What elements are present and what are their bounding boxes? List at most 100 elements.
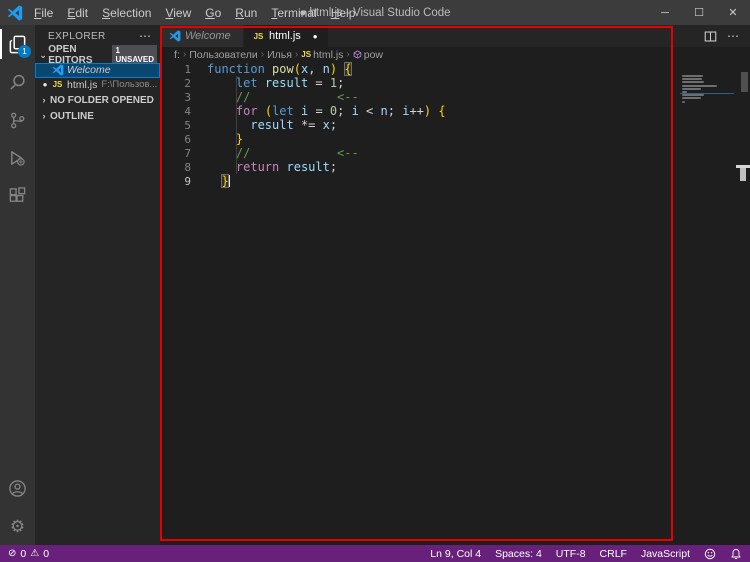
tab-bar: Welcome JS html.js ● ⋯	[160, 25, 750, 47]
feedback-smiley-icon[interactable]	[704, 548, 716, 560]
problems-status[interactable]: ⊘ 0 ⚠ 0	[8, 548, 49, 560]
tab-label: html.js	[269, 30, 301, 42]
breadcrumb: f: › Пользователи › Илья › JS html.js › …	[160, 47, 750, 62]
code-line-7[interactable]: 7 // <--	[160, 146, 750, 160]
breadcrumb-folder[interactable]: Илья	[267, 49, 292, 61]
menu-help[interactable]: Help	[324, 3, 363, 23]
open-editor-item-htmljs[interactable]: ● JS html.js F:\Пользов...	[35, 78, 160, 93]
overview-ruler-marker	[740, 168, 746, 181]
indent-guide	[236, 76, 237, 174]
source-control-icon	[11, 112, 25, 128]
title-bar: File Edit Selection View Go Run Terminal…	[0, 0, 750, 25]
notifications-bell-icon[interactable]	[730, 548, 742, 560]
line-number: 8	[184, 160, 191, 174]
editor-group: Welcome JS html.js ● ⋯ f: › Пользователи…	[160, 25, 750, 545]
cursor-position-status[interactable]: Ln 9, Col 4	[430, 548, 481, 560]
menu-view[interactable]: View	[158, 3, 198, 23]
menu-run[interactable]: Run	[228, 3, 264, 23]
line-number: 7	[184, 146, 191, 160]
activity-extensions-button[interactable]	[0, 177, 35, 215]
split-editor-icon[interactable]	[704, 30, 717, 43]
menu-terminal[interactable]: Terminal	[264, 3, 323, 23]
js-file-icon: JS	[52, 80, 63, 90]
maximize-button[interactable]: ☐	[682, 0, 716, 25]
vertical-scrollbar[interactable]	[736, 62, 750, 545]
line-number: 6	[184, 132, 191, 146]
warning-icon: ⚠	[30, 547, 40, 559]
code-line-8[interactable]: 8 return result;	[160, 160, 750, 174]
eol-status[interactable]: CRLF	[600, 548, 627, 560]
extensions-icon	[9, 186, 26, 202]
line-number: 1	[184, 62, 191, 76]
code-line-1[interactable]: 1 function pow(x, n) {	[160, 62, 750, 76]
scrollbar-slider[interactable]	[741, 72, 748, 92]
code-lines: 1 function pow(x, n) {2 let result = 1; 3 …	[160, 62, 750, 545]
activity-source-control-button[interactable]	[0, 101, 35, 139]
activity-explorer-button[interactable]: 1	[0, 25, 35, 63]
indentation-status[interactable]: Spaces: 4	[495, 548, 542, 560]
line-number: 2	[184, 76, 191, 90]
explorer-badge: 1	[18, 45, 31, 58]
breadcrumb-folder[interactable]: Пользователи	[189, 49, 258, 61]
js-file-icon: JS	[301, 50, 312, 59]
code-line-2[interactable]: 2 let result = 1;	[160, 76, 750, 90]
open-editor-item-welcome[interactable]: Welcome	[35, 63, 160, 78]
open-editor-label: html.js	[67, 78, 98, 91]
open-editor-label: Welcome	[67, 64, 111, 77]
code-editor[interactable]: 1 function pow(x, n) {2 let result = 1; 3 …	[160, 62, 750, 545]
menu-selection[interactable]: Selection	[95, 3, 158, 23]
language-mode-status[interactable]: JavaScript	[641, 548, 690, 560]
explorer-sidebar: EXPLORER ⋯ ⌄ OPEN EDITORS 1 UNSAVED Welc…	[35, 25, 160, 545]
search-icon	[10, 74, 25, 90]
activity-run-debug-button[interactable]	[0, 139, 35, 177]
code-line-5[interactable]: 5 result *= x;	[160, 118, 750, 132]
encoding-status[interactable]: UTF-8	[556, 548, 586, 560]
no-folder-section-header[interactable]: › NO FOLDER OPENED	[35, 92, 160, 108]
modified-dot-icon[interactable]: ●	[313, 32, 318, 41]
activity-bar: 1 ⚙	[0, 25, 35, 545]
chevron-right-icon: ›	[346, 49, 350, 60]
method-symbol-icon	[353, 50, 362, 59]
menu-file[interactable]: File	[27, 3, 60, 23]
activity-search-button[interactable]	[0, 63, 35, 101]
minimap-lines	[680, 62, 738, 103]
settings-button[interactable]: ⚙	[0, 507, 35, 545]
vscode-logo-icon	[7, 4, 23, 21]
settings-gear-icon: ⚙	[9, 516, 26, 536]
chevron-right-icon: ›	[42, 95, 46, 105]
sidebar-more-actions[interactable]: ⋯	[139, 29, 152, 43]
vscode-logo-icon	[168, 30, 181, 43]
code-line-9[interactable]: 9 }	[160, 174, 750, 188]
modified-dot-icon[interactable]: ●	[39, 80, 51, 89]
menu-edit[interactable]: Edit	[60, 3, 95, 23]
tab-htmljs[interactable]: JS html.js ●	[244, 25, 328, 47]
minimize-button[interactable]: ─	[648, 0, 682, 25]
text-cursor	[228, 175, 231, 187]
vscode-logo-icon	[51, 64, 64, 77]
error-icon: ⊘	[8, 547, 17, 559]
code-line-4[interactable]: 4 for (let i = 0; i < n; i++) {	[160, 104, 750, 118]
outline-label: OUTLINE	[50, 110, 94, 122]
account-button[interactable]	[0, 469, 35, 507]
unsaved-badge: 1 UNSAVED	[112, 45, 157, 65]
line-number: 4	[184, 104, 191, 118]
chevron-right-icon: ›	[260, 49, 265, 60]
chevron-down-icon: ⌄	[39, 49, 47, 60]
code-line-6[interactable]: 6 }	[160, 132, 750, 146]
open-editors-section-header[interactable]: ⌄ OPEN EDITORS 1 UNSAVED	[35, 44, 160, 66]
vscode-window: File Edit Selection View Go Run Terminal…	[0, 0, 750, 562]
breadcrumb-file[interactable]: JS html.js	[301, 49, 343, 61]
menu-go[interactable]: Go	[198, 3, 228, 23]
chevron-right-icon: ›	[182, 49, 187, 60]
code-line-3[interactable]: 3 // <--	[160, 90, 750, 104]
tab-welcome[interactable]: Welcome	[160, 25, 244, 47]
line-number: 9	[184, 174, 191, 188]
minimap[interactable]	[680, 62, 738, 545]
editor-more-actions-icon[interactable]: ⋯	[727, 29, 740, 43]
line-number: 5	[184, 118, 191, 132]
js-file-icon: JS	[253, 31, 264, 41]
outline-section-header[interactable]: › OUTLINE	[35, 108, 160, 124]
breadcrumb-symbol[interactable]: pow	[353, 49, 383, 61]
breadcrumb-drive[interactable]: f:	[174, 49, 180, 61]
close-button[interactable]: ✕	[716, 0, 750, 25]
